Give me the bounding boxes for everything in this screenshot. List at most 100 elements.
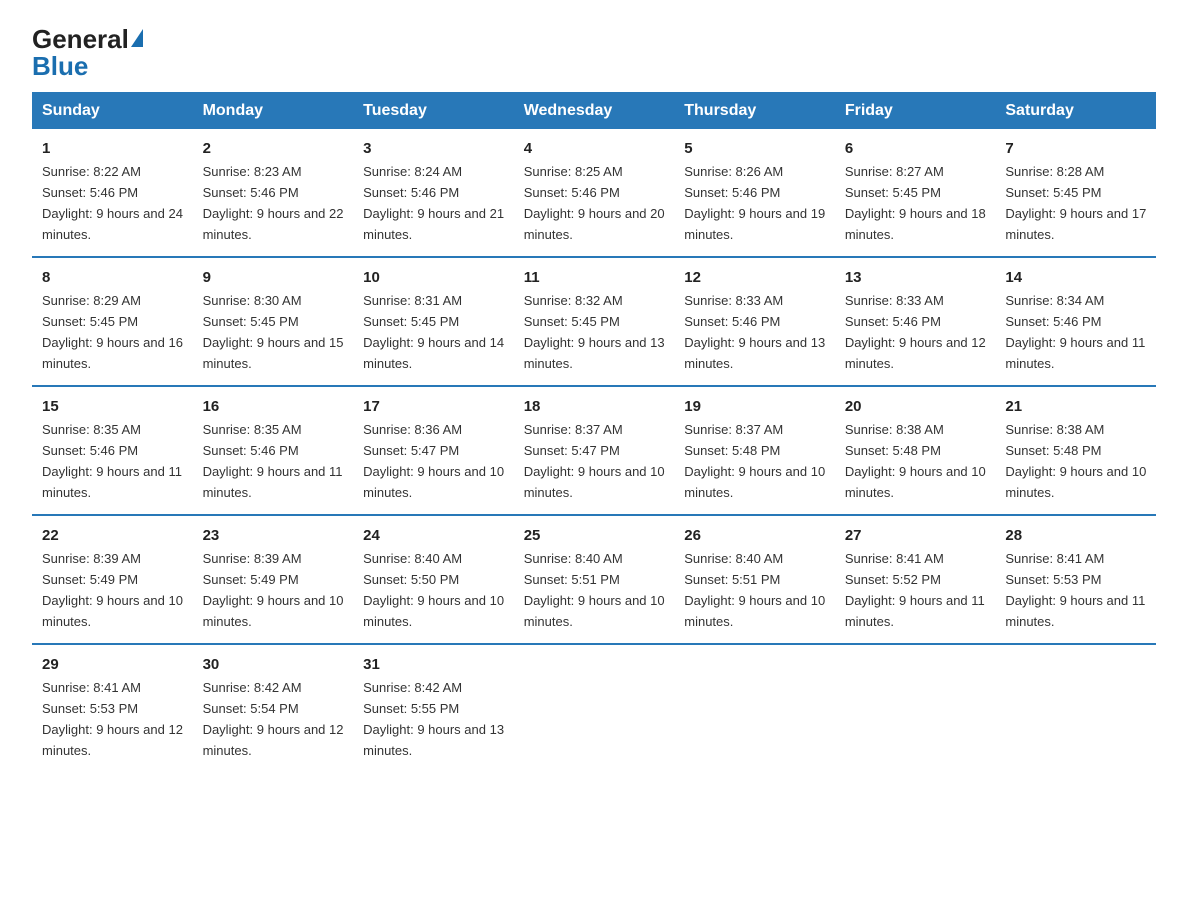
day-info: Sunrise: 8:41 AMSunset: 5:52 PMDaylight:… xyxy=(845,551,985,629)
day-info: Sunrise: 8:34 AMSunset: 5:46 PMDaylight:… xyxy=(1005,293,1145,371)
calendar-cell: 17 Sunrise: 8:36 AMSunset: 5:47 PMDayligh… xyxy=(353,386,514,515)
day-info: Sunrise: 8:23 AMSunset: 5:46 PMDaylight:… xyxy=(203,164,344,242)
calendar-week-row: 8Sunrise: 8:29 AMSunset: 5:45 PMDaylight… xyxy=(32,257,1156,386)
calendar-cell: 6 Sunrise: 8:27 AMSunset: 5:45 PMDaylight… xyxy=(835,129,996,257)
calendar-week-row: 22 Sunrise: 8:39 AMSunset: 5:49 PMDayligh… xyxy=(32,515,1156,644)
day-number: 8 xyxy=(42,266,185,289)
calendar-cell xyxy=(835,644,996,772)
calendar-cell: 21 Sunrise: 8:38 AMSunset: 5:48 PMDayligh… xyxy=(995,386,1156,515)
calendar-cell: 9 Sunrise: 8:30 AMSunset: 5:45 PMDaylight… xyxy=(193,257,354,386)
day-info: Sunrise: 8:22 AMSunset: 5:46 PMDaylight:… xyxy=(42,164,183,242)
calendar-cell: 31 Sunrise: 8:42 AMSunset: 5:55 PMDayligh… xyxy=(353,644,514,772)
day-info: Sunrise: 8:26 AMSunset: 5:46 PMDaylight:… xyxy=(684,164,825,242)
calendar-cell: 11 Sunrise: 8:32 AMSunset: 5:45 PMDayligh… xyxy=(514,257,675,386)
day-info: Sunrise: 8:37 AMSunset: 5:48 PMDaylight:… xyxy=(684,422,825,500)
day-info: Sunrise: 8:38 AMSunset: 5:48 PMDaylight:… xyxy=(845,422,986,500)
day-info: Sunrise: 8:40 AMSunset: 5:51 PMDaylight:… xyxy=(524,551,665,629)
day-info: Sunrise: 8:41 AMSunset: 5:53 PMDaylight:… xyxy=(1005,551,1145,629)
weekday-header-thursday: Thursday xyxy=(674,92,835,129)
weekday-header-row: SundayMondayTuesdayWednesdayThursdayFrid… xyxy=(32,92,1156,129)
day-number: 14 xyxy=(1005,266,1148,289)
calendar-cell: 27 Sunrise: 8:41 AMSunset: 5:52 PMDayligh… xyxy=(835,515,996,644)
calendar-cell: 22Sunrise: 8:39 AMSunset: 5:49 PMDayligh… xyxy=(32,515,193,644)
calendar-cell: 18 Sunrise: 8:37 AMSunset: 5:47 PMDayligh… xyxy=(514,386,675,515)
day-number: 18 xyxy=(524,395,667,418)
day-info: Sunrise: 8:42 AMSunset: 5:55 PMDaylight:… xyxy=(363,680,504,758)
calendar-week-row: 29 Sunrise: 8:41 AMSunset: 5:53 PMDayligh… xyxy=(32,644,1156,772)
calendar-cell xyxy=(514,644,675,772)
calendar-cell: 7Sunrise: 8:28 AMSunset: 5:45 PMDaylight… xyxy=(995,129,1156,257)
day-number: 22 xyxy=(42,524,185,547)
calendar-cell: 5 Sunrise: 8:26 AMSunset: 5:46 PMDaylight… xyxy=(674,129,835,257)
calendar-cell: 13Sunrise: 8:33 AMSunset: 5:46 PMDayligh… xyxy=(835,257,996,386)
day-info: Sunrise: 8:32 AMSunset: 5:45 PMDaylight:… xyxy=(524,293,665,371)
day-info: Sunrise: 8:41 AMSunset: 5:53 PMDaylight:… xyxy=(42,680,183,758)
day-number: 15 xyxy=(42,395,185,418)
calendar-cell: 4 Sunrise: 8:25 AMSunset: 5:46 PMDaylight… xyxy=(514,129,675,257)
day-info: Sunrise: 8:35 AMSunset: 5:46 PMDaylight:… xyxy=(42,422,182,500)
day-number: 20 xyxy=(845,395,988,418)
day-info: Sunrise: 8:39 AMSunset: 5:49 PMDaylight:… xyxy=(203,551,344,629)
day-info: Sunrise: 8:24 AMSunset: 5:46 PMDaylight:… xyxy=(363,164,504,242)
calendar-cell: 2 Sunrise: 8:23 AMSunset: 5:46 PMDaylight… xyxy=(193,129,354,257)
day-info: Sunrise: 8:38 AMSunset: 5:48 PMDaylight:… xyxy=(1005,422,1146,500)
day-info: Sunrise: 8:35 AMSunset: 5:46 PMDaylight:… xyxy=(203,422,343,500)
day-number: 12 xyxy=(684,266,827,289)
calendar-cell: 24 Sunrise: 8:40 AMSunset: 5:50 PMDayligh… xyxy=(353,515,514,644)
day-number: 10 xyxy=(363,266,506,289)
day-number: 23 xyxy=(203,524,346,547)
day-info: Sunrise: 8:40 AMSunset: 5:51 PMDaylight:… xyxy=(684,551,825,629)
day-number: 17 xyxy=(363,395,506,418)
day-number: 29 xyxy=(42,653,185,676)
weekday-header-wednesday: Wednesday xyxy=(514,92,675,129)
calendar-cell: 30Sunrise: 8:42 AMSunset: 5:54 PMDayligh… xyxy=(193,644,354,772)
calendar-week-row: 1 Sunrise: 8:22 AMSunset: 5:46 PMDaylight… xyxy=(32,129,1156,257)
weekday-header-monday: Monday xyxy=(193,92,354,129)
day-number: 27 xyxy=(845,524,988,547)
day-number: 5 xyxy=(684,137,827,160)
day-number: 21 xyxy=(1005,395,1148,418)
calendar-cell: 14 Sunrise: 8:34 AMSunset: 5:46 PMDayligh… xyxy=(995,257,1156,386)
day-number: 11 xyxy=(524,266,667,289)
calendar-table: SundayMondayTuesdayWednesdayThursdayFrid… xyxy=(32,92,1156,772)
day-number: 4 xyxy=(524,137,667,160)
day-info: Sunrise: 8:37 AMSunset: 5:47 PMDaylight:… xyxy=(524,422,665,500)
weekday-header-saturday: Saturday xyxy=(995,92,1156,129)
calendar-cell: 16 Sunrise: 8:35 AMSunset: 5:46 PMDayligh… xyxy=(193,386,354,515)
logo-triangle-icon xyxy=(131,29,143,47)
logo: General Blue xyxy=(32,24,143,82)
day-number: 31 xyxy=(363,653,506,676)
day-info: Sunrise: 8:28 AMSunset: 5:45 PMDaylight:… xyxy=(1005,164,1146,242)
day-number: 13 xyxy=(845,266,988,289)
calendar-cell: 25Sunrise: 8:40 AMSunset: 5:51 PMDayligh… xyxy=(514,515,675,644)
logo-blue-text: Blue xyxy=(32,51,88,82)
day-number: 1 xyxy=(42,137,185,160)
calendar-cell: 20 Sunrise: 8:38 AMSunset: 5:48 PMDayligh… xyxy=(835,386,996,515)
day-info: Sunrise: 8:27 AMSunset: 5:45 PMDaylight:… xyxy=(845,164,986,242)
calendar-cell: 8Sunrise: 8:29 AMSunset: 5:45 PMDaylight… xyxy=(32,257,193,386)
day-number: 24 xyxy=(363,524,506,547)
day-number: 2 xyxy=(203,137,346,160)
calendar-cell: 19 Sunrise: 8:37 AMSunset: 5:48 PMDayligh… xyxy=(674,386,835,515)
calendar-cell: 28 Sunrise: 8:41 AMSunset: 5:53 PMDayligh… xyxy=(995,515,1156,644)
day-number: 3 xyxy=(363,137,506,160)
calendar-cell: 12 Sunrise: 8:33 AMSunset: 5:46 PMDayligh… xyxy=(674,257,835,386)
day-number: 19 xyxy=(684,395,827,418)
day-number: 26 xyxy=(684,524,827,547)
page-header: General Blue xyxy=(32,24,1156,82)
calendar-cell: 10Sunrise: 8:31 AMSunset: 5:45 PMDayligh… xyxy=(353,257,514,386)
day-number: 6 xyxy=(845,137,988,160)
calendar-cell: 15 Sunrise: 8:35 AMSunset: 5:46 PMDayligh… xyxy=(32,386,193,515)
calendar-week-row: 15 Sunrise: 8:35 AMSunset: 5:46 PMDayligh… xyxy=(32,386,1156,515)
day-info: Sunrise: 8:33 AMSunset: 5:46 PMDaylight:… xyxy=(684,293,825,371)
day-info: Sunrise: 8:25 AMSunset: 5:46 PMDaylight:… xyxy=(524,164,665,242)
day-number: 9 xyxy=(203,266,346,289)
day-info: Sunrise: 8:30 AMSunset: 5:45 PMDaylight:… xyxy=(203,293,344,371)
day-info: Sunrise: 8:36 AMSunset: 5:47 PMDaylight:… xyxy=(363,422,504,500)
calendar-cell: 26 Sunrise: 8:40 AMSunset: 5:51 PMDayligh… xyxy=(674,515,835,644)
day-number: 28 xyxy=(1005,524,1148,547)
weekday-header-sunday: Sunday xyxy=(32,92,193,129)
day-info: Sunrise: 8:40 AMSunset: 5:50 PMDaylight:… xyxy=(363,551,504,629)
day-number: 16 xyxy=(203,395,346,418)
day-info: Sunrise: 8:42 AMSunset: 5:54 PMDaylight:… xyxy=(203,680,344,758)
